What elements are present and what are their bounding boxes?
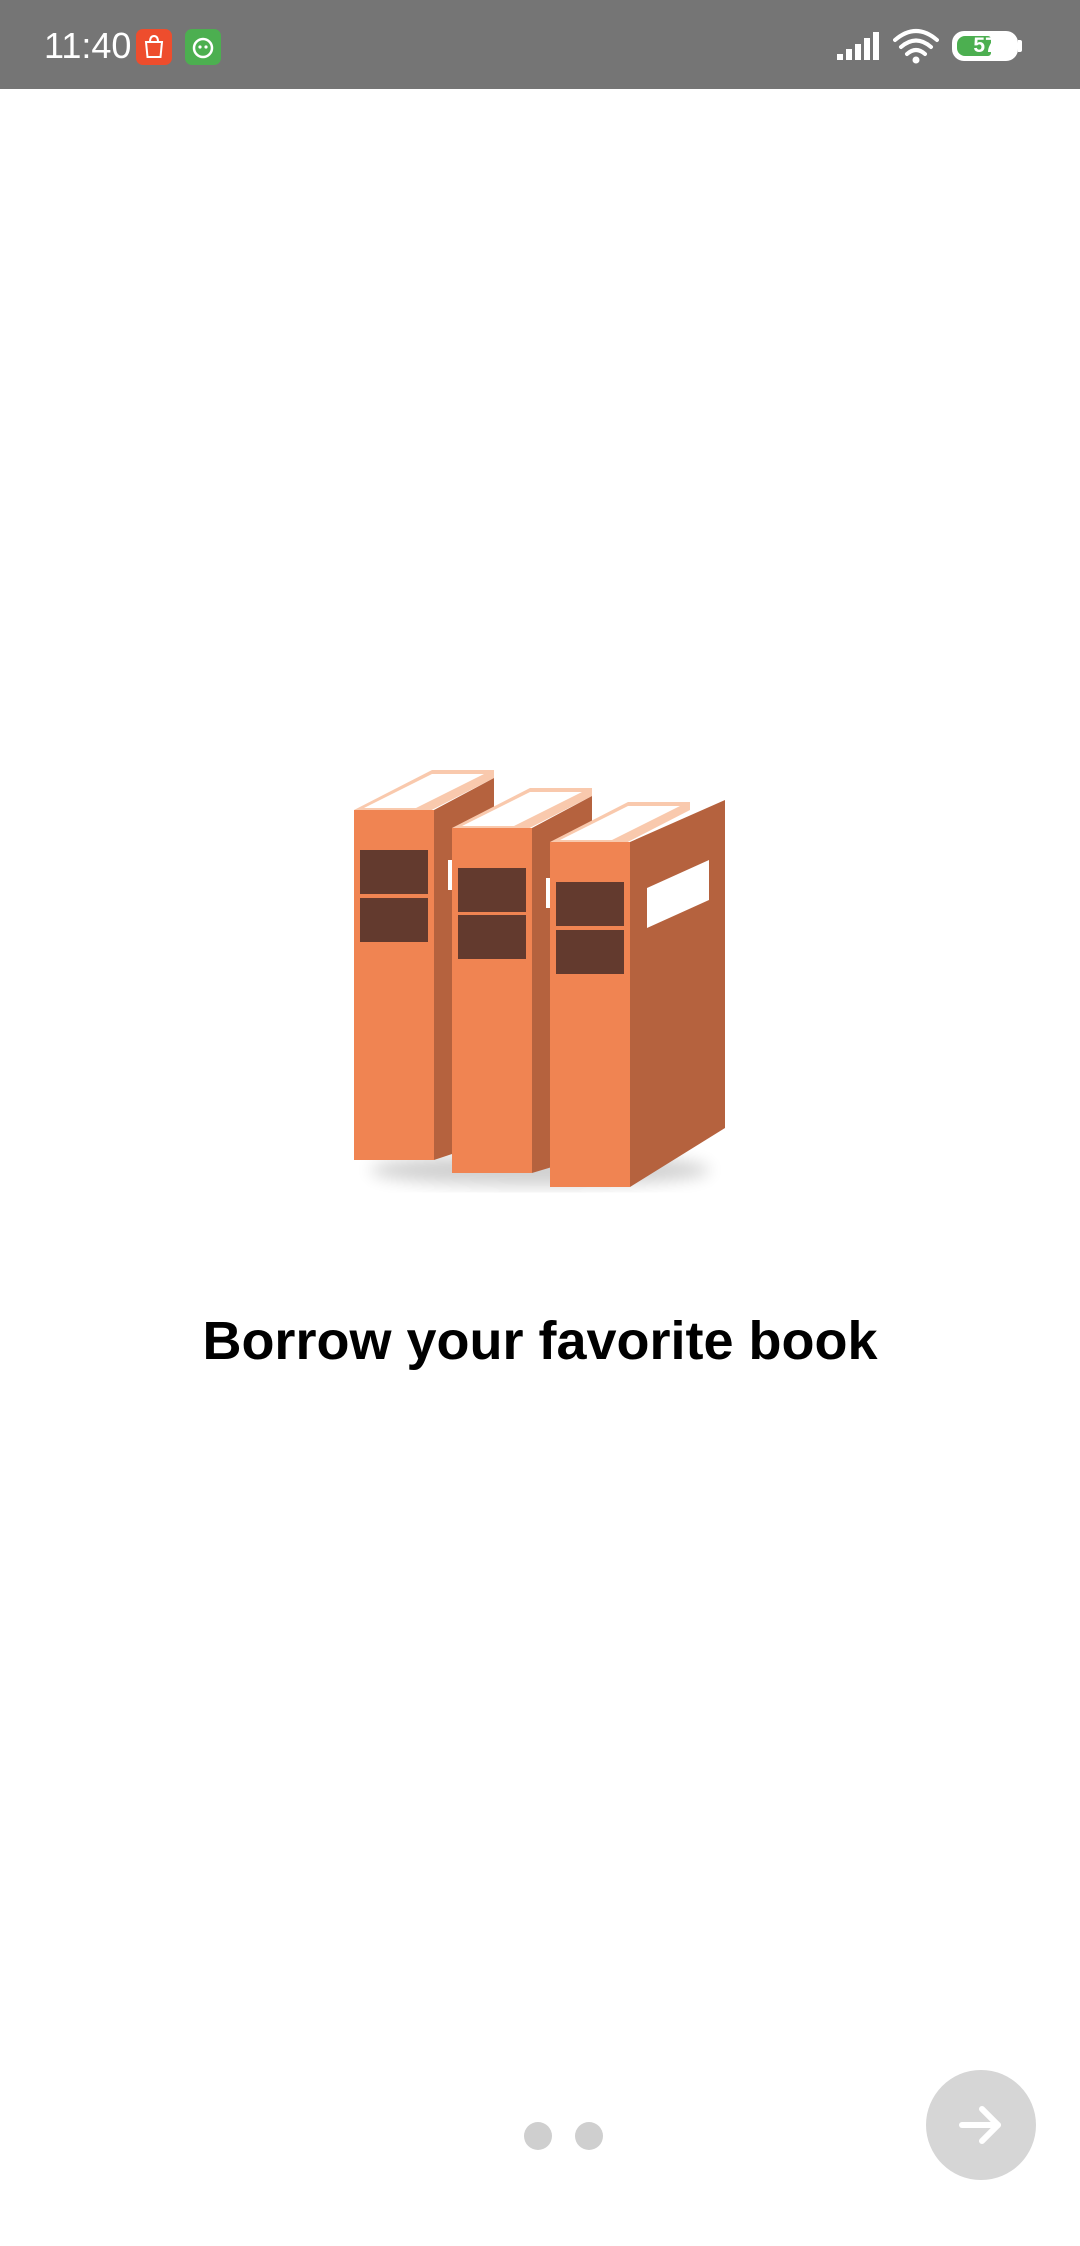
green-app-icon bbox=[185, 29, 221, 65]
page-dot-2[interactable] bbox=[575, 2122, 603, 2150]
wifi-icon bbox=[893, 28, 939, 69]
status-time: 11:40 bbox=[44, 25, 132, 66]
arrow-right-icon bbox=[959, 2106, 1001, 2144]
page-dot-1[interactable] bbox=[524, 2122, 552, 2150]
battery-level: 57 bbox=[973, 34, 997, 57]
battery-tip bbox=[1018, 40, 1022, 52]
onboarding-screen: 11:40 57 Borrow your favorite book bbox=[0, 0, 1080, 2246]
status-bar: 11:40 57 bbox=[0, 0, 1080, 89]
next-button[interactable] bbox=[926, 2070, 1036, 2180]
signal-icon bbox=[837, 32, 881, 67]
book-right bbox=[546, 800, 725, 1187]
books-icon bbox=[340, 750, 740, 1210]
battery-icon: 57 bbox=[952, 31, 1018, 61]
shopee-icon bbox=[136, 29, 172, 65]
onboarding-title: Borrow your favorite book bbox=[202, 1311, 878, 1371]
